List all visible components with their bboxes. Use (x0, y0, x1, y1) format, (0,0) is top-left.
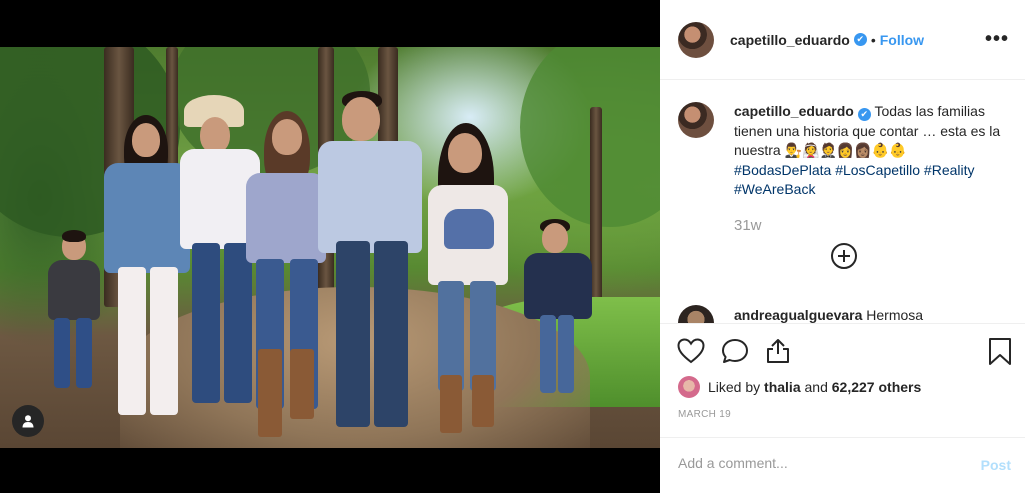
follow-button[interactable]: Follow (880, 32, 924, 48)
add-comment-form: Post (660, 437, 1025, 493)
separator-dot: • (870, 31, 876, 48)
verified-badge-icon: ✔ (857, 108, 871, 121)
comment-text: Hermosa (866, 307, 924, 323)
caption-emojis: 👨‍⚖️👰🤵👩👩🏽👶👶 (784, 142, 907, 158)
hashtag-link[interactable]: #BodasDePlata (734, 162, 831, 178)
likes-others-link[interactable]: 62,227 others (832, 379, 922, 395)
likes-summary: Liked by thalia and 62,227 others (678, 376, 921, 398)
liker-username[interactable]: thalia (764, 379, 801, 395)
caption-timestamp[interactable]: 31w (734, 217, 762, 234)
caption-author-avatar[interactable] (678, 102, 714, 138)
hashtag-link[interactable]: #WeAreBack (734, 181, 815, 197)
caption: capetillo_eduardo ✔ Todas las familias ti… (678, 102, 1006, 200)
commenter-username[interactable]: andreagualguevara (734, 307, 862, 323)
plus-circle-icon (838, 250, 850, 262)
hashtag-link[interactable]: #Reality (924, 162, 975, 178)
likes-text: Liked by thalia and 62,227 others (708, 379, 921, 395)
liker-avatar[interactable] (678, 376, 700, 398)
author-avatar[interactable] (678, 21, 714, 58)
post-comment-button[interactable]: Post (981, 457, 1011, 473)
hashtag-link[interactable]: #LosCapetillo (835, 162, 920, 178)
heart-icon[interactable] (677, 338, 705, 364)
user-icon (22, 415, 34, 428)
tagged-users-button[interactable] (12, 405, 44, 437)
post-photo[interactable] (0, 47, 660, 448)
comment-icon[interactable] (721, 338, 749, 364)
comment-body: andreagualguevara Hermosa (734, 307, 923, 323)
post-header: capetillo_eduardo ✔ • Follow ••• (660, 0, 1025, 80)
load-more-comments-button[interactable] (831, 243, 857, 269)
photo-pane (0, 0, 660, 493)
commenter-avatar[interactable] (678, 305, 714, 323)
post-side-panel: capetillo_eduardo ✔ • Follow ••• capetil… (660, 0, 1025, 493)
action-bar (660, 323, 1025, 375)
bookmark-icon[interactable] (988, 338, 1012, 366)
caption-body: capetillo_eduardo ✔ Todas las familias ti… (734, 102, 1006, 200)
post-date[interactable]: MARCH 19 (678, 409, 731, 420)
likes-connector: and (804, 379, 828, 395)
comment-item: andreagualguevara Hermosa (678, 305, 923, 323)
verified-badge-icon: ✔ (853, 33, 867, 46)
comments-section[interactable]: capetillo_eduardo ✔ Todas las familias ti… (660, 80, 1025, 323)
caption-author-username[interactable]: capetillo_eduardo (734, 103, 854, 119)
comment-input[interactable] (678, 455, 968, 471)
more-options-icon[interactable]: ••• (985, 28, 1009, 51)
likes-prefix: Liked by (708, 379, 761, 395)
share-icon[interactable] (765, 338, 791, 364)
author-username[interactable]: capetillo_eduardo (730, 32, 850, 48)
